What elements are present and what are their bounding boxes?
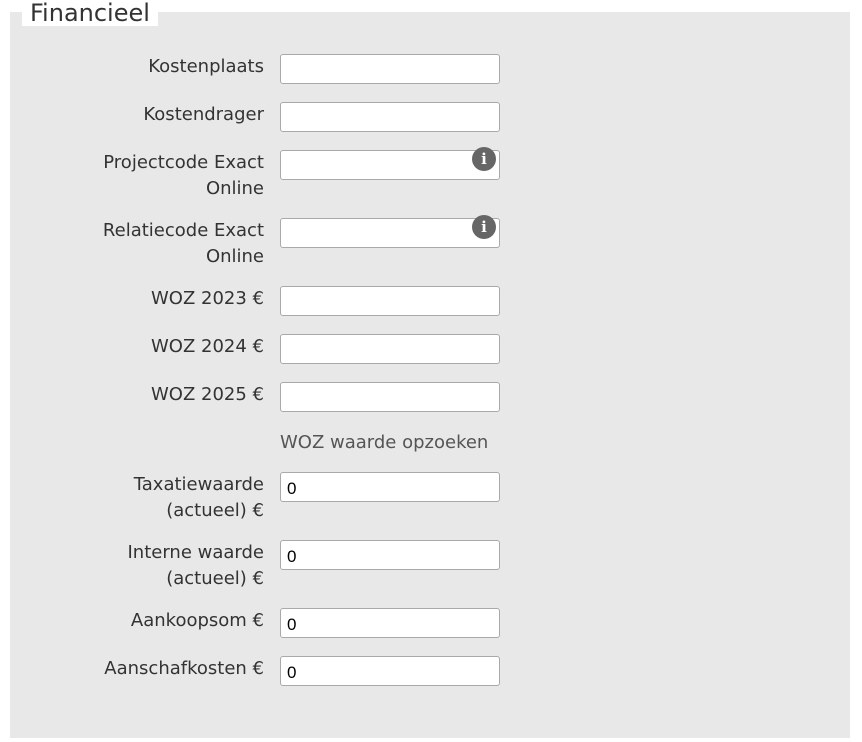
woz2024-input[interactable] <box>280 334 500 364</box>
taxatiewaarde-label-line2: (actueel) € <box>166 500 264 521</box>
projectcode-label-line2: Online <box>205 178 264 199</box>
aankoopsom-label: Aankoopsom € <box>130 610 264 631</box>
projectcode-input[interactable] <box>280 150 500 180</box>
relatiecode-input[interactable] <box>280 218 500 248</box>
kostendrager-input[interactable] <box>280 102 500 132</box>
woz2024-label: WOZ 2024 € <box>150 336 264 357</box>
woz2025-input[interactable] <box>280 382 500 412</box>
taxatiewaarde-label-line1: Taxatiewaarde <box>133 474 264 495</box>
taxatiewaarde-input[interactable] <box>280 472 500 502</box>
aankoopsom-input[interactable] <box>280 608 500 638</box>
interne-waarde-input[interactable] <box>280 540 500 570</box>
kostendrager-label: Kostendrager <box>143 104 264 125</box>
woz-lookup-link[interactable]: WOZ waarde opzoeken <box>280 430 488 456</box>
relatiecode-label-line1: Relatiecode Exact <box>102 220 264 241</box>
woz2023-input[interactable] <box>280 286 500 316</box>
aanschafkosten-label: Aanschafkosten € <box>104 658 264 679</box>
relatiecode-label-line2: Online <box>205 246 264 267</box>
section-title: Financieel <box>22 0 158 26</box>
info-icon[interactable]: i <box>472 147 496 171</box>
woz2025-label: WOZ 2025 € <box>150 384 264 405</box>
kostenplaats-input[interactable] <box>280 54 500 84</box>
kostenplaats-label: Kostenplaats <box>148 56 264 77</box>
interne-waarde-label-line1: Interne waarde <box>127 542 264 563</box>
projectcode-label-line1: Projectcode Exact <box>103 152 264 173</box>
info-icon[interactable]: i <box>472 215 496 239</box>
aanschafkosten-input[interactable] <box>280 656 500 686</box>
interne-waarde-label-line2: (actueel) € <box>166 568 264 589</box>
woz2023-label: WOZ 2023 € <box>150 288 264 309</box>
